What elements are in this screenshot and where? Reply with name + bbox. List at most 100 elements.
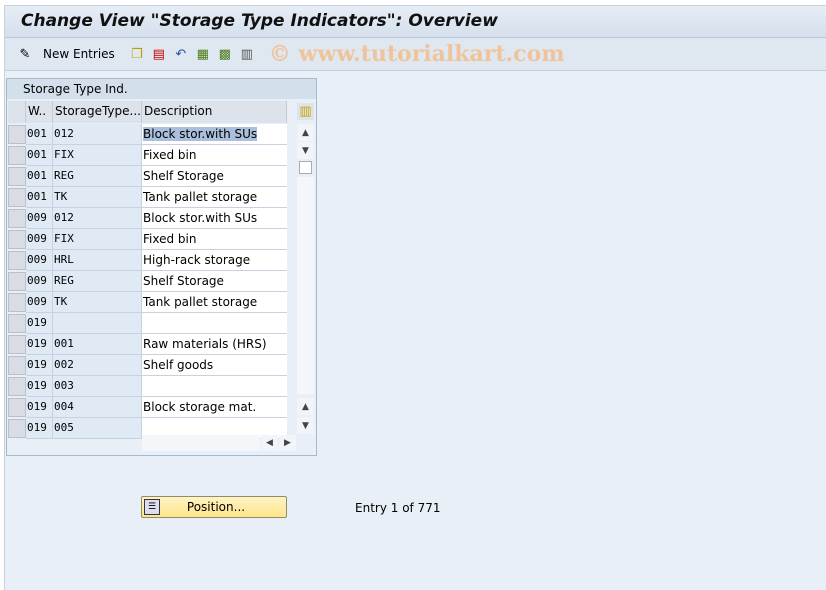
warehouse-cell[interactable]: 019 bbox=[26, 418, 53, 439]
row-selector[interactable] bbox=[8, 167, 26, 186]
scrollbar-thumb[interactable] bbox=[299, 161, 312, 174]
row-selector[interactable] bbox=[8, 230, 26, 249]
copy-icon[interactable]: ❐ bbox=[129, 46, 145, 62]
row-selector[interactable] bbox=[8, 209, 26, 228]
description-cell[interactable]: Tank pallet storage bbox=[142, 292, 287, 313]
storage-type-cell[interactable]: REG bbox=[53, 166, 142, 187]
description-cell[interactable]: Shelf Storage bbox=[142, 166, 287, 187]
column-header-storage-type[interactable]: StorageType... bbox=[53, 101, 142, 123]
undo-icon[interactable]: ↶ bbox=[173, 46, 189, 62]
table-row[interactable]: 001 TK Tank pallet storage bbox=[8, 187, 287, 208]
table-row[interactable]: 009 HRL High-rack storage bbox=[8, 250, 287, 271]
select-all-icon[interactable]: ▦ bbox=[195, 46, 211, 62]
select-block-icon[interactable]: ▩ bbox=[217, 46, 233, 62]
position-button[interactable]: ☰ Position... bbox=[141, 496, 287, 518]
warehouse-cell[interactable]: 001 bbox=[26, 124, 53, 145]
warehouse-cell[interactable]: 001 bbox=[26, 187, 53, 208]
storage-type-cell[interactable] bbox=[53, 313, 142, 334]
warehouse-cell[interactable]: 019 bbox=[26, 355, 53, 376]
description-cell[interactable] bbox=[142, 376, 287, 397]
vertical-scrollbar[interactable] bbox=[297, 177, 314, 394]
description-cell[interactable]: Fixed bin bbox=[142, 229, 287, 250]
warehouse-cell[interactable]: 009 bbox=[26, 229, 53, 250]
description-cell[interactable]: Block stor.with SUs bbox=[142, 124, 287, 145]
storage-type-cell[interactable]: TK bbox=[53, 187, 142, 208]
warehouse-cell[interactable]: 019 bbox=[26, 376, 53, 397]
scroll-up-button[interactable]: ▲ bbox=[297, 124, 314, 141]
warehouse-cell[interactable]: 001 bbox=[26, 145, 53, 166]
description-cell[interactable]: Shelf goods bbox=[142, 355, 287, 376]
storage-type-cell[interactable]: 005 bbox=[53, 418, 142, 439]
storage-type-cell[interactable]: FIX bbox=[53, 229, 142, 250]
warehouse-cell[interactable]: 009 bbox=[26, 292, 53, 313]
scroll-page-up-button[interactable]: ▲ bbox=[297, 398, 314, 415]
warehouse-cell[interactable]: 019 bbox=[26, 334, 53, 355]
row-selector[interactable] bbox=[8, 335, 26, 354]
horizontal-scrollbar[interactable] bbox=[142, 435, 260, 451]
row-selector[interactable] bbox=[8, 419, 26, 438]
description-cell[interactable]: Fixed bin bbox=[142, 145, 287, 166]
storage-type-cell[interactable]: HRL bbox=[53, 250, 142, 271]
storage-type-cell[interactable]: TK bbox=[53, 292, 142, 313]
description-cell[interactable]: Block stor.with SUs bbox=[142, 208, 287, 229]
warehouse-cell[interactable]: 019 bbox=[26, 313, 53, 334]
warehouse-cell[interactable]: 019 bbox=[26, 397, 53, 418]
scroll-right-button[interactable]: ▶ bbox=[279, 435, 296, 451]
row-selector[interactable] bbox=[8, 314, 26, 333]
storage-type-cell[interactable]: 012 bbox=[53, 124, 142, 145]
select-all-header[interactable] bbox=[8, 101, 26, 123]
description-cell[interactable]: Raw materials (HRS) bbox=[142, 334, 287, 355]
table-row[interactable]: 009 REG Shelf Storage bbox=[8, 271, 287, 292]
description-text: Tank pallet storage bbox=[143, 295, 258, 309]
description-cell[interactable]: Block storage mat. bbox=[142, 397, 287, 418]
table-row[interactable]: 019 001 Raw materials (HRS) bbox=[8, 334, 287, 355]
row-selector[interactable] bbox=[8, 272, 26, 291]
description-cell[interactable]: High-rack storage bbox=[142, 250, 287, 271]
storage-type-cell[interactable]: 012 bbox=[53, 208, 142, 229]
table-row[interactable]: 001 REG Shelf Storage bbox=[8, 166, 287, 187]
entry-info: Entry 1 of 771 bbox=[355, 501, 441, 515]
delete-icon[interactable]: ▤ bbox=[151, 46, 167, 62]
description-cell[interactable]: Shelf Storage bbox=[142, 271, 287, 292]
scroll-page-down-button[interactable]: ▼ bbox=[297, 417, 314, 434]
description-cell[interactable] bbox=[142, 313, 287, 334]
table-row[interactable]: 001 012 Block stor.with SUs bbox=[8, 124, 287, 145]
row-selector[interactable] bbox=[8, 188, 26, 207]
storage-type-table: Storage Type Ind. W.. StorageType... Des… bbox=[6, 78, 317, 456]
table-row[interactable]: 019 002 Shelf goods bbox=[8, 355, 287, 376]
column-settings-icon[interactable]: ▥ bbox=[297, 103, 314, 120]
new-entries-button[interactable]: New Entries bbox=[43, 47, 115, 61]
row-selector[interactable] bbox=[8, 377, 26, 396]
row-selector[interactable] bbox=[8, 146, 26, 165]
storage-type-cell[interactable]: REG bbox=[53, 271, 142, 292]
table-row[interactable]: 019 004 Block storage mat. bbox=[8, 397, 287, 418]
storage-type-cell[interactable]: FIX bbox=[53, 145, 142, 166]
deselect-all-icon[interactable]: ▥ bbox=[239, 46, 255, 62]
storage-type-cell[interactable]: 004 bbox=[53, 397, 142, 418]
table-row[interactable]: 009 012 Block stor.with SUs bbox=[8, 208, 287, 229]
table-row[interactable]: 009 FIX Fixed bin bbox=[8, 229, 287, 250]
storage-type-cell[interactable]: 001 bbox=[53, 334, 142, 355]
warehouse-cell[interactable]: 009 bbox=[26, 250, 53, 271]
column-header-description[interactable]: Description bbox=[142, 101, 287, 123]
description-text: Shelf goods bbox=[143, 358, 214, 372]
warehouse-cell[interactable]: 001 bbox=[26, 166, 53, 187]
scroll-left-button[interactable]: ◀ bbox=[261, 435, 278, 451]
table-row[interactable]: 019 003 bbox=[8, 376, 287, 397]
storage-type-cell[interactable]: 002 bbox=[53, 355, 142, 376]
row-selector[interactable] bbox=[8, 251, 26, 270]
scroll-down-button[interactable]: ▼ bbox=[297, 142, 314, 159]
table-row[interactable]: 001 FIX Fixed bin bbox=[8, 145, 287, 166]
storage-type-cell[interactable]: 003 bbox=[53, 376, 142, 397]
row-selector[interactable] bbox=[8, 293, 26, 312]
warehouse-cell[interactable]: 009 bbox=[26, 208, 53, 229]
column-header-warehouse[interactable]: W.. bbox=[26, 101, 53, 123]
edit-pencil-icon[interactable]: ✎ bbox=[17, 46, 33, 62]
row-selector[interactable] bbox=[8, 125, 26, 144]
row-selector[interactable] bbox=[8, 356, 26, 375]
warehouse-cell[interactable]: 009 bbox=[26, 271, 53, 292]
table-row[interactable]: 019 bbox=[8, 313, 287, 334]
row-selector[interactable] bbox=[8, 398, 26, 417]
table-row[interactable]: 009 TK Tank pallet storage bbox=[8, 292, 287, 313]
description-cell[interactable]: Tank pallet storage bbox=[142, 187, 287, 208]
